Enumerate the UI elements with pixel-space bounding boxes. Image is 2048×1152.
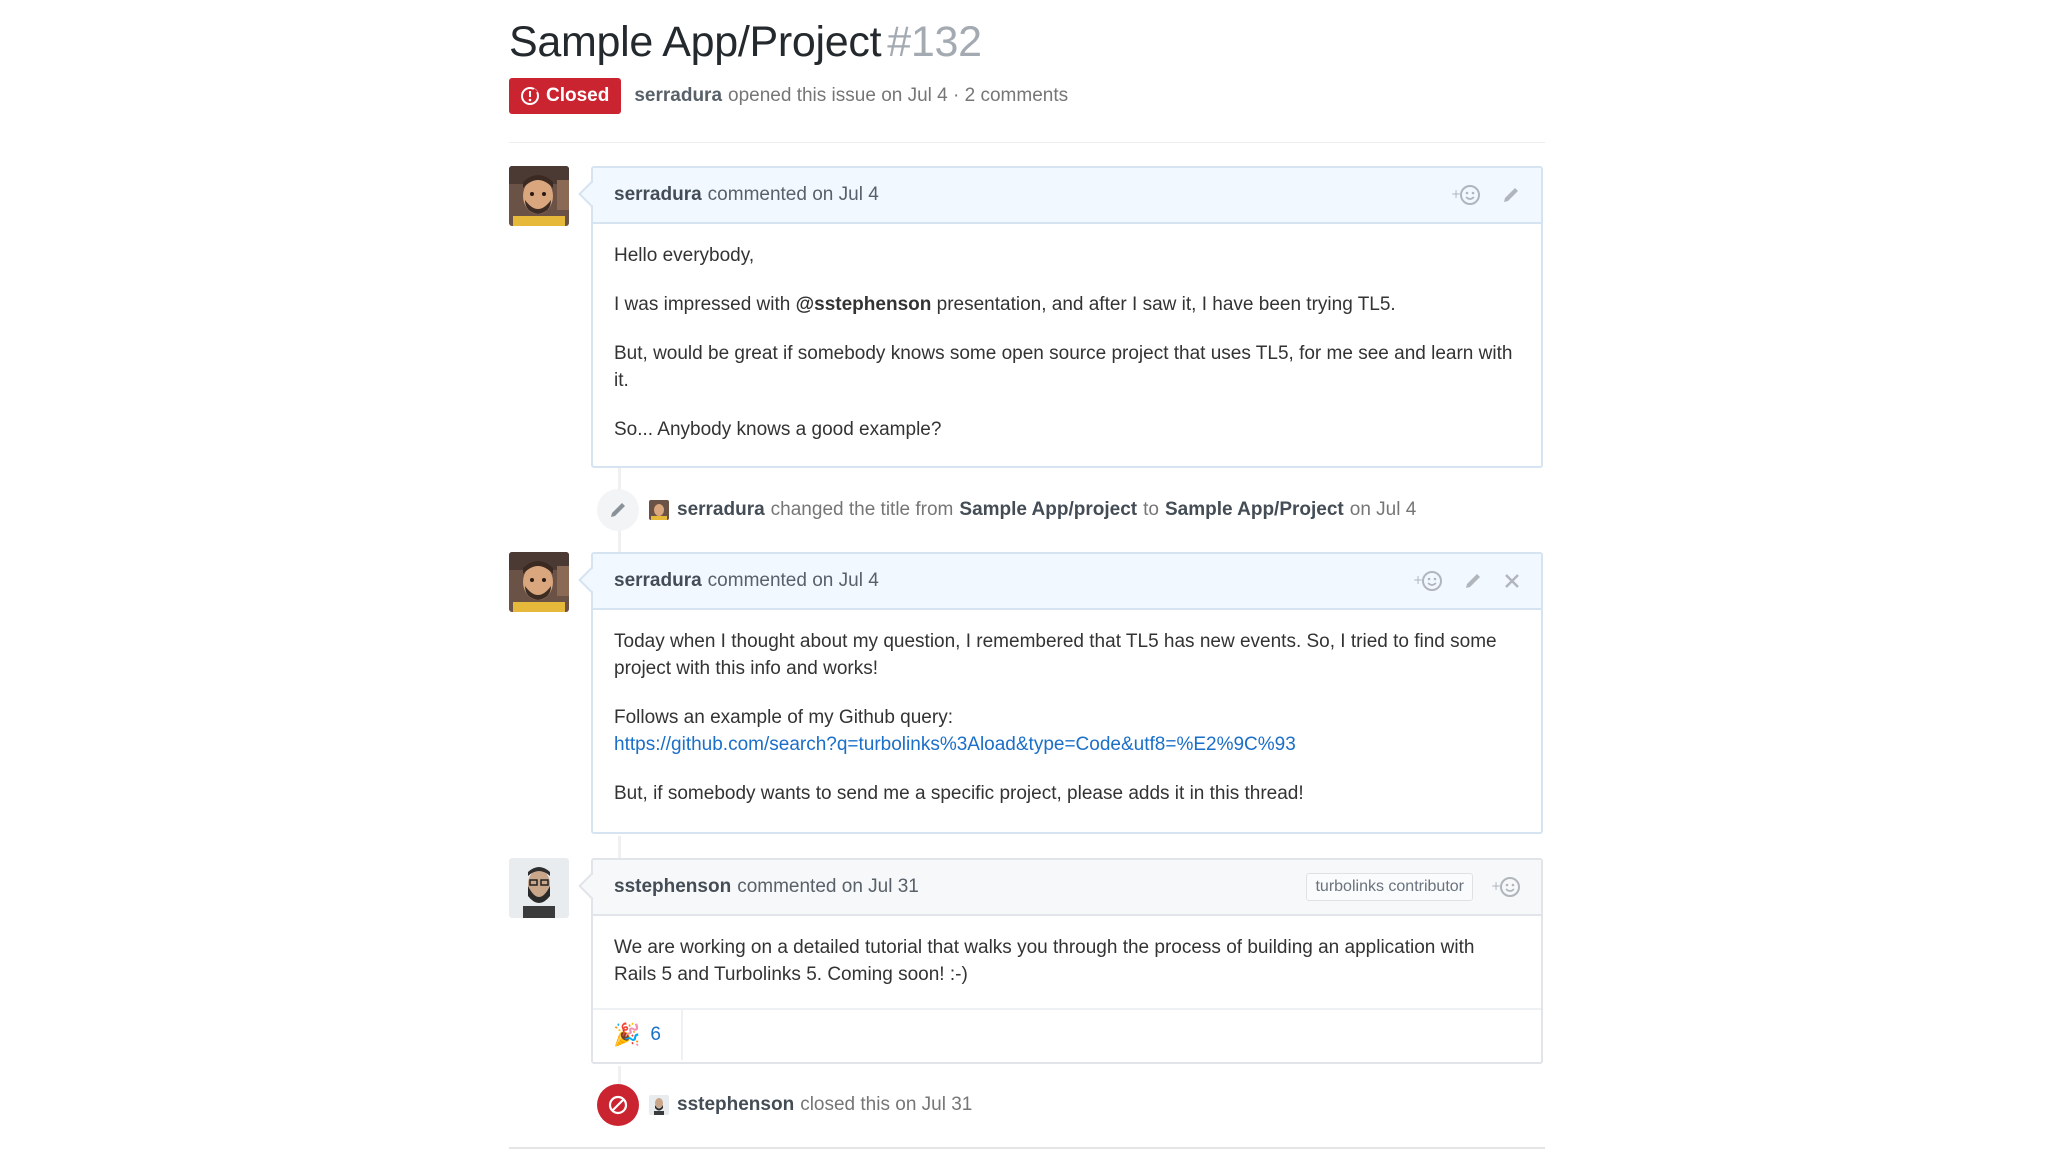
comment-timestamp[interactable]: commented on Jul 4: [708, 184, 879, 206]
event-actor[interactable]: sstephenson: [677, 1094, 794, 1116]
issue-author-link[interactable]: serradura: [634, 85, 722, 107]
comment-card: serradura commented on Jul 4 + Hello eve…: [578, 166, 1543, 468]
comment-body: We are working on a detailed tutorial th…: [593, 916, 1541, 1008]
event-badge: [597, 489, 639, 531]
comment-paragraph: We are working on a detailed tutorial th…: [614, 937, 1475, 985]
comment-paragraph: I was impressed with @sstephenson presen…: [614, 291, 1519, 318]
smiley-icon: +: [1413, 571, 1442, 591]
event-badge: [597, 1084, 639, 1126]
closed-event: sstephenson closed this on Jul 31: [597, 1084, 978, 1126]
issue-page: Sample App/Project #132 Closed serradura …: [0, 0, 2048, 1152]
reactions-bar: 🎉 6: [593, 1008, 1541, 1060]
comment-timestamp[interactable]: commented on Jul 4: [708, 570, 879, 592]
status-label: Closed: [546, 85, 610, 106]
comment-text: Follows an example of my Github query:: [614, 707, 953, 728]
issue-title-text: Sample App/Project: [509, 18, 882, 66]
issue-closed-icon: [521, 87, 539, 105]
event-text: to: [1143, 499, 1159, 520]
issue-number: #132: [887, 18, 982, 66]
comment-header: sstephenson commented on Jul 31 turbolin…: [593, 860, 1541, 916]
comment-header: serradura commented on Jul 4 +: [593, 554, 1541, 610]
contributor-badge: turbolinks contributor: [1306, 873, 1473, 901]
reaction-button[interactable]: 🎉 6: [593, 1010, 683, 1060]
svg-text:+: +: [1451, 187, 1461, 201]
event-actor[interactable]: serradura: [677, 499, 765, 521]
avatar[interactable]: [509, 858, 569, 918]
add-reaction-button[interactable]: +: [1413, 570, 1443, 592]
event-timestamp[interactable]: on Jul 4: [1350, 499, 1417, 521]
status-badge: Closed: [509, 78, 622, 114]
svg-text:+: +: [1491, 879, 1501, 893]
comment-card: serradura commented on Jul 4 + Today whe…: [578, 552, 1543, 834]
avatar[interactable]: [509, 166, 569, 226]
header-divider: [509, 142, 1545, 143]
comment-author[interactable]: sstephenson: [614, 876, 731, 898]
comment-text: presentation, and after I saw it, I have…: [931, 294, 1396, 315]
circle-slash-icon: [608, 1095, 628, 1115]
issue-title: Sample App/Project #132: [509, 18, 982, 67]
comment-header: serradura commented on Jul 4 +: [593, 168, 1541, 224]
event-text: closed this on Jul 31: [800, 1094, 973, 1115]
add-reaction-button[interactable]: +: [1451, 184, 1481, 206]
edit-comment-button[interactable]: [1501, 185, 1521, 205]
comment-body: Hello everybody, I was impressed with @s…: [593, 224, 1541, 463]
pencil-icon: [1504, 188, 1518, 202]
comment-body: Today when I thought about my question, …: [593, 610, 1541, 827]
pencil-icon: [611, 503, 625, 517]
issue-meta: Closed serradura opened this issue on Ju…: [509, 78, 1074, 114]
reaction-count: 6: [650, 1024, 661, 1045]
issue-opened-text: opened this issue on Jul 4 · 2 comments: [728, 85, 1069, 106]
tada-icon: 🎉: [613, 1022, 641, 1047]
comment-timestamp[interactable]: commented on Jul 31: [737, 876, 919, 898]
comment-paragraph: So... Anybody knows a good example?: [614, 419, 942, 440]
event-text: changed the title from: [770, 499, 954, 520]
comment-author[interactable]: serradura: [614, 570, 702, 592]
new-title: Sample App/Project: [1164, 499, 1344, 520]
user-mention-link[interactable]: @sstephenson: [796, 294, 932, 315]
smiley-icon: +: [1451, 185, 1480, 205]
edit-comment-button[interactable]: [1463, 571, 1483, 591]
rename-event: serradura changed the title from Sample …: [597, 489, 1422, 531]
comment-paragraph: But, if somebody wants to send me a spec…: [614, 783, 1304, 804]
comment-paragraph: Follows an example of my Github query: ht…: [614, 704, 1519, 758]
comment-paragraph: Today when I thought about my question, …: [614, 631, 1497, 679]
comment-card: sstephenson commented on Jul 31 turbolin…: [578, 858, 1543, 1064]
avatar[interactable]: [649, 1095, 669, 1115]
pencil-icon: [1466, 574, 1480, 588]
timeline-line: [618, 836, 621, 858]
comment-author[interactable]: serradura: [614, 184, 702, 206]
comment-paragraph: But, would be great if somebody knows so…: [614, 343, 1513, 391]
comment-text: I was impressed with: [614, 294, 796, 315]
github-search-link[interactable]: https://github.com/search?q=turbolinks%3…: [614, 734, 1296, 755]
old-title: Sample App/project: [959, 499, 1138, 520]
delete-comment-button[interactable]: [1503, 572, 1521, 590]
x-icon: [1505, 574, 1519, 588]
add-reaction-button[interactable]: +: [1491, 876, 1521, 898]
svg-text:+: +: [1413, 573, 1423, 587]
avatar[interactable]: [649, 500, 669, 520]
comment-paragraph: Hello everybody,: [614, 245, 755, 266]
smiley-icon: +: [1491, 877, 1520, 897]
timeline-end-divider: [509, 1147, 1545, 1149]
avatar[interactable]: [509, 552, 569, 612]
